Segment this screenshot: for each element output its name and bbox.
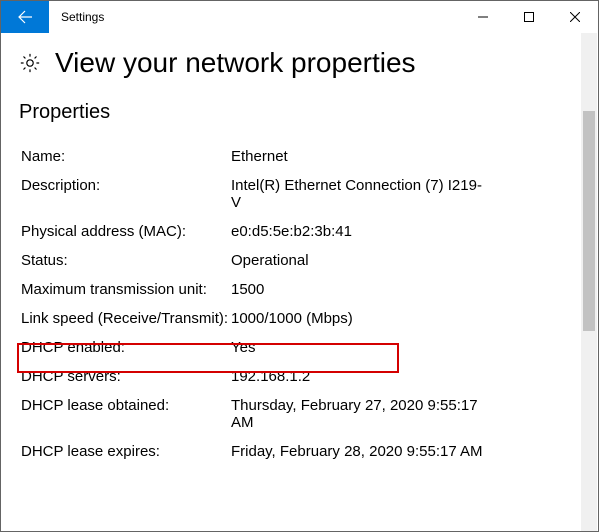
value-mac: e0:d5:5e:b2:3b:41	[231, 223, 574, 240]
label-link-speed: Link speed (Receive/Transmit):	[21, 310, 231, 327]
value-dhcp-enabled: Yes	[231, 339, 574, 356]
minimize-icon	[478, 12, 488, 22]
scrollbar[interactable]	[581, 33, 597, 531]
value-description: Intel(R) Ethernet Connection (7) I219-V	[231, 177, 574, 211]
row-dhcp-expires: DHCP lease expires: Friday, February 28,…	[19, 437, 576, 466]
window-controls	[460, 1, 598, 33]
value-name: Ethernet	[231, 148, 574, 165]
back-button[interactable]	[1, 1, 49, 33]
section-heading: Properties	[19, 101, 576, 124]
maximize-button[interactable]	[506, 1, 552, 33]
label-dhcp-expires: DHCP lease expires:	[21, 443, 231, 460]
value-link-speed: 1000/1000 (Mbps)	[231, 310, 574, 327]
label-name: Name:	[21, 148, 231, 165]
value-dhcp-expires: Friday, February 28, 2020 9:55:17 AM	[231, 443, 574, 460]
row-link-speed: Link speed (Receive/Transmit): 1000/1000…	[19, 304, 576, 333]
label-mtu: Maximum transmission unit:	[21, 281, 231, 298]
titlebar: Settings	[1, 1, 598, 33]
label-dhcp-enabled: DHCP enabled:	[21, 339, 231, 356]
row-dhcp-obtained: DHCP lease obtained: Thursday, February …	[19, 391, 576, 437]
maximize-icon	[524, 12, 534, 22]
row-name: Name: Ethernet	[19, 142, 576, 171]
row-dhcp-enabled: DHCP enabled: Yes	[19, 333, 576, 362]
row-description: Description: Intel(R) Ethernet Connectio…	[19, 171, 576, 217]
label-dhcp-servers: DHCP servers:	[21, 368, 231, 385]
label-description: Description:	[21, 177, 231, 211]
window-title: Settings	[49, 1, 460, 33]
value-dhcp-servers: 192.168.1.2	[231, 368, 574, 385]
value-dhcp-obtained: Thursday, February 27, 2020 9:55:17 AM	[231, 397, 574, 431]
minimize-button[interactable]	[460, 1, 506, 33]
scrollbar-thumb[interactable]	[583, 111, 595, 331]
row-mac: Physical address (MAC): e0:d5:5e:b2:3b:4…	[19, 217, 576, 246]
value-status: Operational	[231, 252, 574, 269]
content-area: View your network properties Properties …	[1, 33, 598, 531]
label-status: Status:	[21, 252, 231, 269]
close-icon	[570, 12, 580, 22]
label-mac: Physical address (MAC):	[21, 223, 231, 240]
row-dhcp-servers: DHCP servers: 192.168.1.2	[19, 362, 576, 391]
label-dhcp-obtained: DHCP lease obtained:	[21, 397, 231, 431]
value-mtu: 1500	[231, 281, 574, 298]
close-button[interactable]	[552, 1, 598, 33]
arrow-left-icon	[17, 9, 33, 25]
row-mtu: Maximum transmission unit: 1500	[19, 275, 576, 304]
gear-icon	[19, 52, 41, 74]
page-title: View your network properties	[55, 47, 416, 79]
row-status: Status: Operational	[19, 246, 576, 275]
